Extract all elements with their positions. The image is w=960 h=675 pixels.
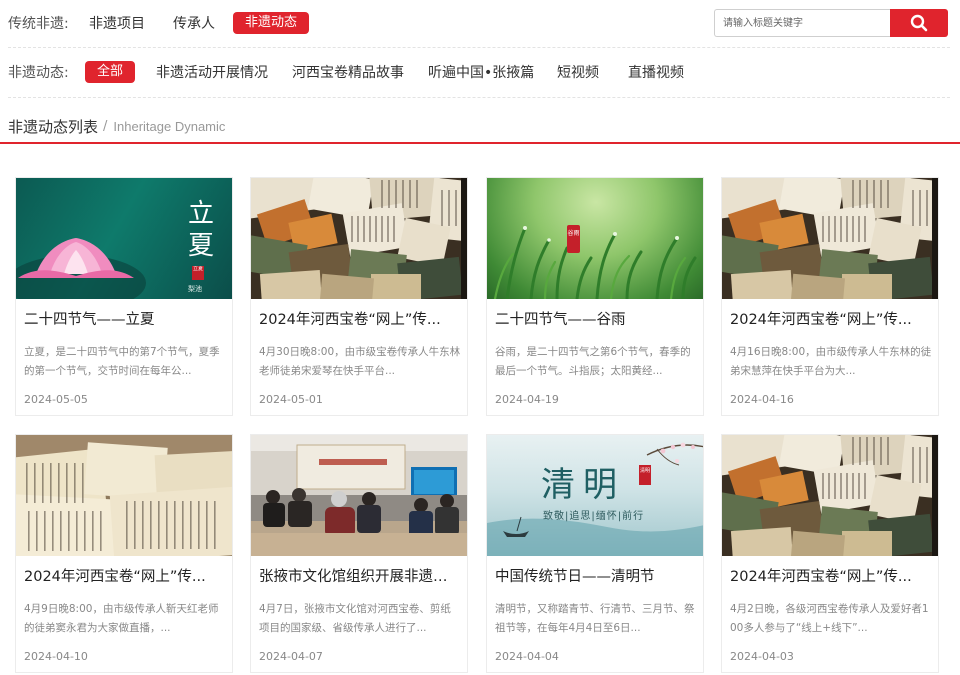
nav-item-projects[interactable]: 非遗项目 bbox=[89, 13, 145, 33]
card-title[interactable]: 2024年河西宝卷“网上”传... bbox=[730, 308, 932, 329]
news-card[interactable]: 2024年河西宝卷“网上”传... 4月9日晚8:00，由市级传承人靳天红老师的… bbox=[15, 434, 233, 673]
section-underline bbox=[0, 142, 960, 144]
news-card[interactable]: 张掖市文化馆组织开展非遗代... 4月7日，张掖市文化馆对河西宝卷、剪纸项目的国… bbox=[250, 434, 468, 673]
card-summary: 4月9日晚8:00，由市级传承人靳天红老师的徒弟窦永君为大家做直播，... bbox=[24, 603, 219, 634]
card-title[interactable]: 2024年河西宝卷“网上”传... bbox=[24, 565, 226, 586]
card-thumbnail[interactable] bbox=[722, 435, 938, 556]
card-date: 2024-04-04 bbox=[495, 650, 559, 663]
section-title-separator: / bbox=[103, 118, 108, 134]
card-date: 2024-04-10 bbox=[24, 650, 88, 663]
card-title[interactable]: 中国传统节日——清明节 bbox=[495, 565, 697, 586]
news-card[interactable]: 谷雨 二十四节气——谷雨 谷雨，是二十四节气之第6个节气，春季的最后一个节气。斗… bbox=[486, 177, 704, 416]
card-summary: 立夏，是二十四节气中的第7个节气，夏季的第一个节气，交节时间在每年公... bbox=[24, 346, 220, 377]
image-overlay-seal: 谷雨 bbox=[567, 225, 580, 253]
news-card[interactable]: 2024年河西宝卷“网上”传... 4月2日晚，各级河西宝卷传承人及爱好者100… bbox=[721, 434, 939, 673]
news-card[interactable]: 立夏 立夏 梨池 二十四节气——立夏 立夏，是二十四节气中的第7个节气，夏季的第… bbox=[15, 177, 233, 416]
card-date: 2024-05-01 bbox=[259, 393, 323, 406]
card-thumbnail[interactable] bbox=[251, 178, 467, 299]
card-date: 2024-05-05 bbox=[24, 393, 88, 406]
filter-all[interactable]: 全部 bbox=[85, 61, 136, 83]
news-card[interactable]: 清明 清明 致敬|追思|缅怀|前行 中国传统节日——清明节 清明节，又称踏青节、… bbox=[486, 434, 704, 673]
image-overlay-seal: 立夏 bbox=[192, 266, 204, 280]
main-nav-label: 传统非遗: bbox=[8, 16, 69, 32]
search-icon bbox=[910, 14, 928, 32]
nav-item-dynamics[interactable]: 非遗动态 bbox=[233, 12, 310, 34]
filter-live-video[interactable]: 直播视频 bbox=[628, 62, 684, 82]
search-bar bbox=[714, 9, 948, 37]
filter-short-video[interactable]: 短视频 bbox=[557, 62, 599, 82]
card-title[interactable]: 二十四节气——谷雨 bbox=[495, 308, 697, 329]
filter-listen-china[interactable]: 听遍中国•张掖篇 bbox=[428, 62, 534, 82]
filter-label: 非遗动态: bbox=[8, 65, 69, 81]
image-overlay-caption: 梨池 bbox=[188, 285, 202, 293]
image-overlay-seal: 清明 bbox=[639, 465, 651, 485]
search-button[interactable] bbox=[890, 9, 948, 37]
card-thumbnail[interactable] bbox=[722, 178, 938, 299]
card-thumbnail[interactable]: 谷雨 bbox=[487, 178, 703, 299]
card-thumbnail[interactable]: 立夏 立夏 梨池 bbox=[16, 178, 232, 299]
card-summary: 清明节，又称踏青节、行清节、三月节、祭祖节等，在每年4月4日至6日... bbox=[495, 603, 695, 634]
card-summary: 4月7日，张掖市文化馆对河西宝卷、剪纸项目的国家级、省级传承人进行了... bbox=[259, 603, 451, 634]
card-title[interactable]: 2024年河西宝卷“网上”传... bbox=[730, 565, 932, 586]
card-summary: 谷雨，是二十四节气之第6个节气，春季的最后一个节气。斗指辰；太阳黄经... bbox=[495, 346, 691, 377]
card-thumbnail[interactable] bbox=[251, 435, 467, 556]
card-thumbnail[interactable] bbox=[16, 435, 232, 556]
search-input[interactable] bbox=[714, 9, 890, 37]
card-date: 2024-04-19 bbox=[495, 393, 559, 406]
divider bbox=[8, 97, 950, 98]
card-thumbnail[interactable]: 清明 清明 致敬|追思|缅怀|前行 bbox=[487, 435, 703, 556]
card-summary: 4月30日晚8:00，由市级宝卷传承人牛东林老师徒弟宋爱琴在快手平台... bbox=[259, 346, 461, 377]
card-summary: 4月16日晚8:00，由市级传承人牛东林的徒弟宋慧萍在快手平台为大... bbox=[730, 346, 932, 377]
card-title[interactable]: 二十四节气——立夏 bbox=[24, 308, 226, 329]
card-title[interactable]: 张掖市文化馆组织开展非遗代... bbox=[259, 565, 461, 586]
image-overlay-title: 立夏 bbox=[188, 199, 215, 261]
section-title: 非遗动态列表 / Inheritage Dynamic bbox=[8, 113, 225, 139]
card-title[interactable]: 2024年河西宝卷“网上”传... bbox=[259, 308, 461, 329]
news-card[interactable]: 2024年河西宝卷“网上”传... 4月30日晚8:00，由市级宝卷传承人牛东林… bbox=[250, 177, 468, 416]
card-date: 2024-04-16 bbox=[730, 393, 794, 406]
section-subtitle: Inheritage Dynamic bbox=[113, 118, 226, 134]
card-summary: 4月2日晚，各级河西宝卷传承人及爱好者100多人参与了“线上+线下”... bbox=[730, 603, 929, 634]
filter-nav: 非遗动态: 全部 非遗活动开展情况 河西宝卷精品故事 听遍中国•张掖篇 短视频 … bbox=[0, 48, 960, 96]
news-card[interactable]: 2024年河西宝卷“网上”传... 4月16日晚8:00，由市级传承人牛东林的徒… bbox=[721, 177, 939, 416]
filter-activities[interactable]: 非遗活动开展情况 bbox=[156, 62, 268, 82]
card-date: 2024-04-07 bbox=[259, 650, 323, 663]
section-title-text: 非遗动态列表 bbox=[8, 117, 99, 136]
card-date: 2024-04-03 bbox=[730, 650, 794, 663]
image-overlay-title: 清明 bbox=[541, 465, 625, 505]
nav-item-inheritors[interactable]: 传承人 bbox=[173, 13, 215, 33]
filter-stories[interactable]: 河西宝卷精品故事 bbox=[292, 62, 404, 82]
image-overlay-subtitle: 致敬|追思|缅怀|前行 bbox=[543, 511, 645, 522]
